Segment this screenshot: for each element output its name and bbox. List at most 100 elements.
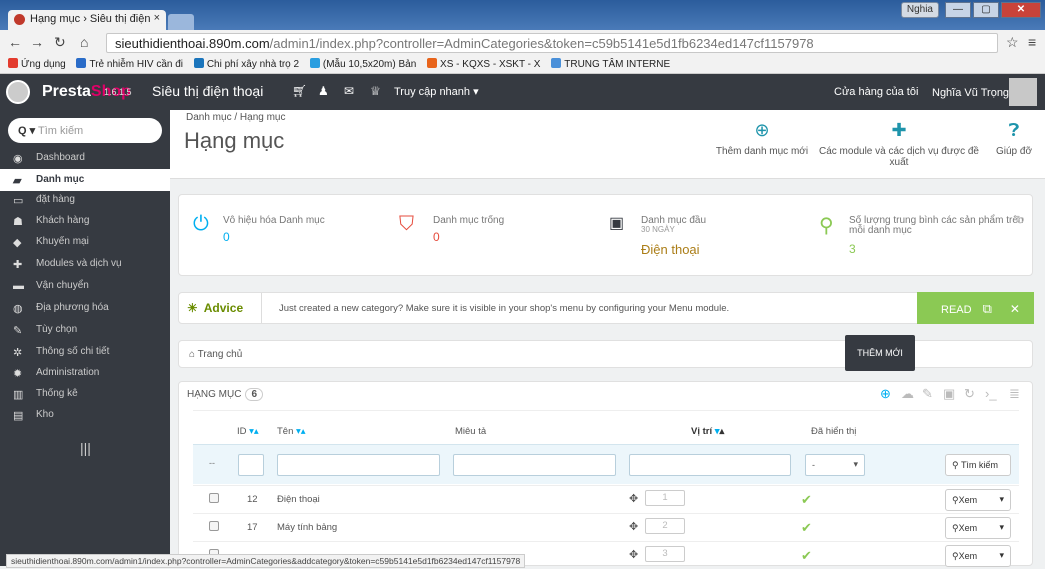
move-icon[interactable]: ✥ [629, 492, 638, 505]
bookmark-apps[interactable]: Ứng dụng [8, 58, 66, 70]
view-button[interactable]: ⚲Xem ▾ [945, 489, 1011, 511]
close-window-icon[interactable]: ✕ [1001, 2, 1041, 18]
collapse-menu-icon[interactable]: ||| [80, 440, 91, 456]
bookmark-label: Trẻ nhiễm HIV cần đi [89, 59, 184, 70]
sidebar-item-customers[interactable]: ☗ Khách hàng [0, 210, 170, 232]
col-position-header[interactable]: Vị trí ▾▴ [691, 426, 724, 437]
check-icon[interactable]: ✔ [801, 492, 812, 508]
url-input[interactable]: sieuthidienthoai.890m.com/admin1/index.p… [106, 33, 998, 53]
new-tab-button[interactable] [168, 14, 194, 30]
caret-down-icon[interactable]: ▾ [999, 494, 1004, 505]
view-button[interactable]: ⚲Xem ▾ [945, 545, 1011, 567]
row-checkbox[interactable] [209, 493, 219, 503]
customer-icon[interactable]: ♟ [318, 84, 329, 98]
sort-asc-icon[interactable]: ▴ [301, 426, 306, 437]
recommended-modules-button[interactable]: ✚ Các module và các dịch vụ được đề xuất [813, 118, 985, 168]
check-icon[interactable]: ✔ [801, 548, 812, 564]
sidebar-item-orders[interactable]: ▭ đặt hàng [0, 189, 170, 211]
export-icon[interactable]: ▣ [943, 386, 955, 402]
profile-badge[interactable]: Nghia [900, 2, 939, 18]
bookmark-label: Chi phí xây nhà trọ 2 [206, 59, 300, 70]
avatar[interactable] [1009, 78, 1037, 106]
home-icon[interactable]: ⌂ [80, 34, 88, 50]
search-input[interactable]: Q ▾ Tìm kiếm [8, 118, 162, 143]
home-link[interactable]: Trang chủ [198, 349, 243, 360]
bookmark-item[interactable]: TRUNG TÂM INTERNE [551, 58, 670, 70]
bookmark-label: (Mẫu 10,5x20m) Bản [322, 59, 417, 70]
reload-icon[interactable]: ↻ [54, 34, 66, 51]
refresh-icon[interactable]: ↻ [1015, 213, 1025, 227]
minimize-icon[interactable]: — [945, 2, 971, 18]
sidebar-item-promotions[interactable]: ◆ Khuyến mại [0, 231, 170, 253]
shop-name[interactable]: Siêu thị điện thoại [152, 83, 263, 99]
view-button[interactable]: ⚲Xem ▾ [945, 517, 1011, 539]
add-category-button[interactable]: ⊕ Thêm danh mục mới [712, 118, 812, 157]
cart-icon[interactable]: 🛒︎ [292, 84, 307, 98]
sidebar-item-catalog[interactable]: ▰ Danh mục [0, 169, 170, 191]
sidebar-item-stock[interactable]: ▤ Kho [0, 404, 170, 426]
sidebar-item-stats[interactable]: ▥ Thống kê [0, 383, 170, 405]
advice-close-icon[interactable]: ✕ [1010, 302, 1020, 316]
refresh-icon[interactable]: ↻ [964, 386, 975, 402]
help-button[interactable]: ❓︎ Giúp đỡ [993, 118, 1035, 157]
customers-icon: ☗ [13, 216, 23, 228]
sort-asc-icon[interactable]: ▴ [254, 426, 259, 437]
filter-search-button[interactable]: ⚲ Tìm kiếm [945, 454, 1011, 476]
row-checkbox[interactable] [209, 521, 219, 531]
prestashop-logo-icon[interactable] [6, 80, 30, 104]
tab-close-icon[interactable]: × [154, 12, 160, 24]
caret-down-icon[interactable]: ▾ [999, 522, 1004, 533]
browser-tab[interactable]: Hạng mục › Siêu thị điện × [8, 10, 166, 30]
forward-icon[interactable]: → [30, 34, 44, 50]
bookmark-label: Ứng dụng [21, 59, 66, 70]
sql-icon[interactable]: ›_ [985, 386, 997, 401]
maximize-icon[interactable]: ▢ [973, 2, 999, 18]
cell-position[interactable]: 3 [645, 546, 685, 562]
star-icon[interactable]: ☆ [1006, 34, 1019, 51]
bookmark-item[interactable]: XS - KQXS - XSKT - X [427, 58, 540, 70]
user-menu[interactable]: Nghĩa Vũ Trọng ▾ [932, 86, 1018, 99]
cell-position[interactable]: 2 [645, 518, 685, 534]
table-row[interactable]: 17 Máy tính bảng ✥ 2 ✔ ⚲Xem ▾ [193, 513, 1019, 541]
view-label: Xem [958, 551, 978, 561]
bookmark-item[interactable]: (Mẫu 10,5x20m) Bản [309, 58, 417, 70]
description-filter-input[interactable] [453, 454, 616, 476]
advice-read-button[interactable]: READ ⧉ ✕ [917, 292, 1034, 324]
col-id-header[interactable]: ID ▾▴ [237, 426, 259, 437]
sidebar-item-dashboard[interactable]: ◉ Dashboard [0, 147, 170, 169]
bookmark-item[interactable]: Trẻ nhiễm HIV cần đi [76, 58, 183, 70]
id-filter-input[interactable] [238, 454, 264, 476]
database-icon[interactable]: ≣ [1009, 386, 1020, 402]
quick-access-menu[interactable]: Truy cập nhanh ▾ [394, 85, 479, 98]
back-icon[interactable]: ← [8, 34, 22, 50]
message-icon[interactable]: ✉ [344, 84, 354, 98]
search-type-dropdown[interactable]: Q ▾ [18, 125, 35, 137]
sidebar-item-label: Khách hàng [36, 215, 90, 226]
cell-position[interactable]: 1 [645, 490, 685, 506]
add-new-icon[interactable]: ⊕ [880, 386, 891, 402]
my-shop-link[interactable]: Cửa hàng của tôi [834, 86, 918, 98]
position-filter-input[interactable] [629, 454, 791, 476]
bookmark-item[interactable]: Chi phí xây nhà trọ 2 [193, 58, 300, 70]
col-name-header[interactable]: Tên ▾▴ [277, 426, 306, 437]
sidebar-item-preferences[interactable]: ✎ Tùy chọn [0, 319, 170, 341]
sidebar-item-administration[interactable]: ✹ Administration [0, 362, 170, 384]
sidebar-item-shipping[interactable]: ▬ Vận chuyển [0, 275, 170, 297]
check-icon[interactable]: ✔ [801, 520, 812, 536]
sidebar-item-advanced[interactable]: ✲ Thông số chi tiết [0, 341, 170, 363]
edit-icon[interactable]: ✎ [922, 386, 933, 402]
menu-icon[interactable]: ≡ [1028, 34, 1036, 50]
sidebar-item-localization[interactable]: ◍ Địa phương hóa [0, 297, 170, 319]
trophy-icon[interactable]: ♕ [370, 84, 381, 98]
sort-asc-icon[interactable]: ▴ [720, 426, 725, 437]
globe-icon: ◍ [13, 303, 23, 315]
displayed-filter-select[interactable]: - ▾ [805, 454, 865, 476]
table-row[interactable]: 12 Điện thoại ✥ 1 ✔ ⚲Xem ▾ [193, 485, 1019, 513]
move-icon[interactable]: ✥ [629, 548, 638, 561]
name-filter-input[interactable] [277, 454, 440, 476]
sidebar-item-modules[interactable]: ✚ Modules và dịch vụ [0, 253, 170, 275]
cloud-upload-icon[interactable]: ☁ [901, 386, 914, 402]
move-icon[interactable]: ✥ [629, 520, 638, 533]
caret-down-icon[interactable]: ▾ [999, 550, 1004, 561]
breadcrumb[interactable]: Danh mục / Hạng mục [186, 112, 286, 123]
